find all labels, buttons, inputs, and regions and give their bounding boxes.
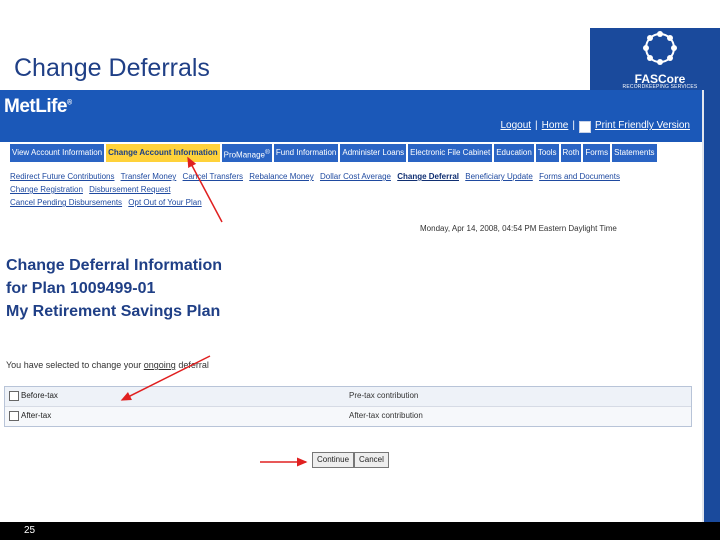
arrow-to-before-tax-option	[120, 355, 211, 401]
annotation-arrows	[120, 156, 308, 467]
slide-footer: 25	[0, 522, 720, 540]
arrow-to-change-account-tab	[187, 156, 223, 223]
page-number: 25	[24, 525, 36, 536]
